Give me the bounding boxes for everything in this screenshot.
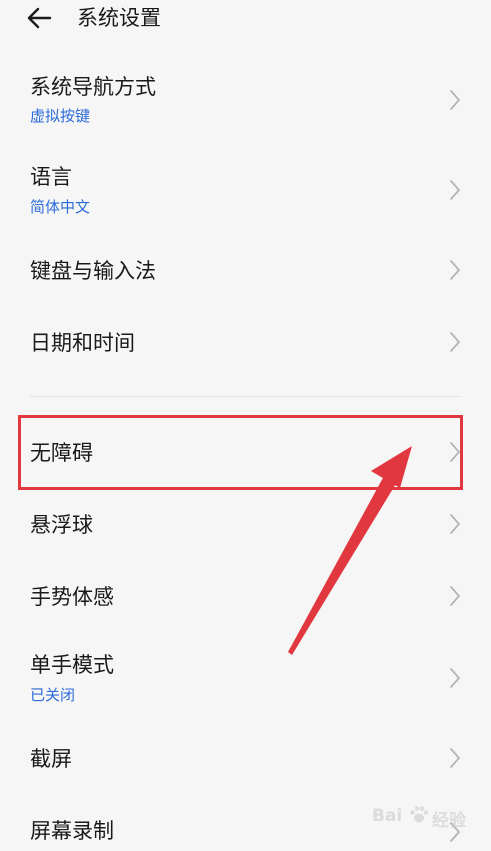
chevron-right-icon — [450, 90, 460, 110]
settings-item-one-hand-mode[interactable]: 单手模式 已关闭 — [0, 642, 491, 714]
item-title: 单手模式 — [30, 653, 114, 677]
item-title: 屏幕录制 — [30, 819, 114, 843]
chevron-right-icon — [450, 442, 460, 462]
watermark: Bai 经验 — [372, 800, 484, 836]
paw-icon — [410, 806, 429, 823]
settings-item-gestures[interactable]: 手势体感 — [0, 570, 491, 624]
chevron-right-icon — [450, 180, 460, 200]
settings-item-screenshot[interactable]: 截屏 — [0, 732, 491, 786]
settings-item-floating-ball[interactable]: 悬浮球 — [0, 498, 491, 552]
chevron-right-icon — [450, 332, 460, 352]
item-title: 截屏 — [30, 747, 72, 771]
item-title: 无障碍 — [30, 441, 93, 465]
top-bar: 系统设置 — [0, 0, 491, 40]
settings-item-language[interactable]: 语言 简体中文 — [0, 154, 491, 226]
section-divider — [30, 396, 461, 397]
item-title: 系统导航方式 — [30, 75, 156, 99]
item-title: 键盘与输入法 — [30, 259, 156, 283]
settings-item-keyboard[interactable]: 键盘与输入法 — [0, 244, 491, 298]
chevron-right-icon — [450, 514, 460, 534]
chevron-right-icon — [450, 748, 460, 768]
item-subtitle: 简体中文 — [30, 198, 91, 216]
item-subtitle: 已关闭 — [30, 686, 76, 704]
settings-item-date-time[interactable]: 日期和时间 — [0, 316, 491, 370]
item-subtitle: 虚拟按键 — [30, 107, 91, 125]
page-title: 系统设置 — [77, 6, 161, 30]
watermark-suffix-text: 经验 — [432, 811, 466, 831]
back-button[interactable] — [24, 4, 56, 32]
item-title: 日期和时间 — [30, 331, 135, 355]
item-title: 手势体感 — [30, 585, 114, 609]
arrow-left-icon — [27, 7, 52, 29]
chevron-right-icon — [450, 668, 460, 688]
settings-item-accessibility[interactable]: 无障碍 — [0, 426, 491, 480]
chevron-right-icon — [450, 586, 460, 606]
chevron-right-icon — [450, 260, 460, 280]
settings-item-navigation-mode[interactable]: 系统导航方式 虚拟按键 — [0, 64, 491, 136]
item-title: 悬浮球 — [30, 513, 93, 537]
item-title: 语言 — [30, 165, 72, 189]
watermark-logo-text: Bai — [372, 806, 403, 826]
